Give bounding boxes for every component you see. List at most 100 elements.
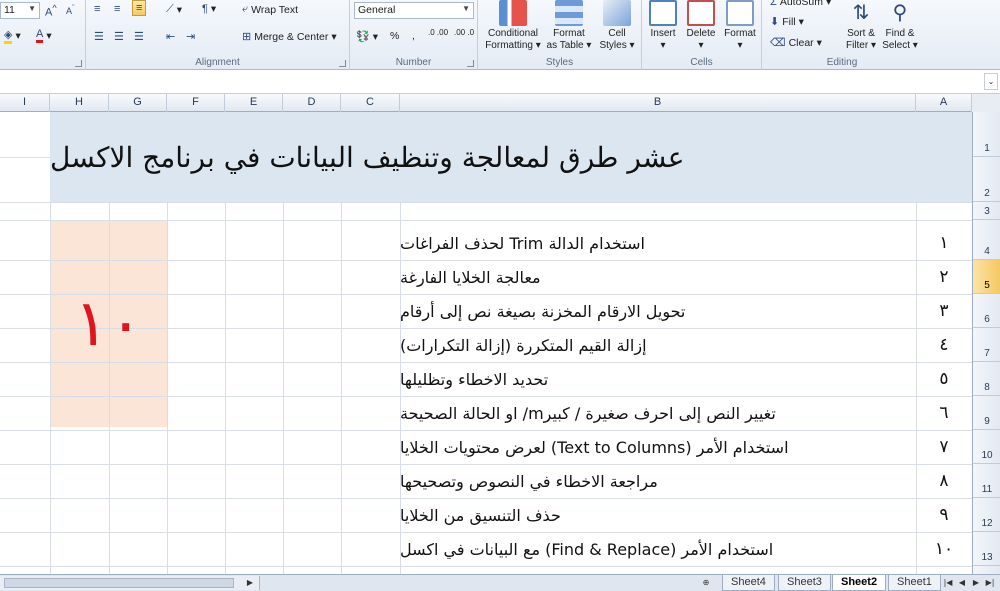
percent-button[interactable]: % (390, 30, 399, 42)
format-as-table-button[interactable]: Format as Table ▾ (544, 0, 594, 52)
list-item-text: استخدام الأمر (Text to Columns) لعرض محت… (400, 437, 789, 457)
delete-button[interactable]: Delete ▾ (682, 0, 720, 52)
insert-button[interactable]: Insert ▾ (644, 0, 682, 52)
expand-formula-bar-icon[interactable]: ⌄ (984, 73, 998, 90)
chevron-down-icon: ▼ (462, 4, 470, 13)
orientation-icon[interactable]: ⟋ ▾ (166, 3, 182, 16)
sheet-tab-sheet4[interactable]: Sheet4 (722, 575, 775, 591)
currency-icon[interactable]: 💱 ▾ (356, 30, 378, 44)
row-header[interactable]: 3 (973, 202, 1000, 220)
gridline-vertical (283, 202, 284, 574)
row-header-selected[interactable]: 5 (973, 260, 1000, 294)
font-dialog-launcher[interactable] (75, 60, 82, 67)
align-left-icon[interactable]: ☰ (94, 30, 104, 43)
gridline-vertical (167, 202, 168, 574)
format-table-icon (555, 0, 583, 26)
autosum-button[interactable]: Σ AutoSum ▾ (770, 0, 831, 8)
big-number: ١٠ (74, 286, 143, 361)
first-sheet-icon[interactable]: |◀ (942, 576, 954, 590)
horizontal-scrollbar[interactable] (0, 576, 260, 590)
scrollbar-thumb[interactable] (4, 578, 234, 588)
increase-indent-icon[interactable]: ⇥ (186, 30, 195, 43)
merge-center-button[interactable]: ⊞ Merge & Center ▾ (242, 30, 337, 44)
font-grow-icon[interactable]: A^ (45, 3, 57, 19)
row-header[interactable]: 4 (973, 220, 1000, 260)
column-header-f[interactable]: F (167, 94, 225, 112)
sheet-tab-sheet2[interactable]: Sheet2 (832, 575, 887, 591)
column-header-e[interactable]: E (225, 94, 283, 112)
increase-decimal-button[interactable]: .0 .00 (428, 28, 448, 37)
conditional-formatting-icon (499, 0, 527, 26)
number-dialog-launcher[interactable] (467, 60, 474, 67)
list-item-number: ٧ (939, 437, 949, 457)
sheet-tab-sheet3[interactable]: Sheet3 (778, 575, 831, 591)
fill-button[interactable]: ⬇ Fill ▾ (770, 15, 804, 29)
find-select-button[interactable]: ⚲ Find & Select ▾ (880, 0, 920, 52)
scroll-right-icon[interactable]: ▶ (244, 576, 256, 590)
gridline-vertical (225, 202, 226, 574)
comma-button[interactable]: , (412, 30, 415, 42)
list-item-text: إزالة القيم المتكررة (إزالة التكرارات) (400, 335, 647, 355)
decrease-indent-icon[interactable]: ⇤ (166, 30, 175, 43)
list-item-number: ٢ (939, 267, 949, 287)
align-bottom-icon[interactable]: ≡ (132, 0, 147, 16)
row-header[interactable]: 9 (973, 396, 1000, 430)
select-all-corner[interactable] (972, 94, 1000, 112)
wrap-text-button[interactable]: ⤶ Wrap Text (242, 3, 298, 16)
column-header-h[interactable]: H (50, 94, 109, 112)
gridline-vertical (341, 202, 342, 574)
insert-sheet-icon[interactable]: ⊕ (700, 576, 712, 590)
align-center-icon[interactable]: ☰ (114, 30, 124, 43)
row-header[interactable]: 11 (973, 464, 1000, 498)
font-color-icon[interactable]: A ▾ (36, 28, 52, 43)
formula-bar[interactable]: ⌄ (0, 70, 1000, 94)
number-format-combo[interactable]: General ▼ (354, 2, 474, 19)
column-header-g[interactable]: G (109, 94, 167, 112)
fill-down-icon: ⬇ (770, 16, 780, 28)
sort-filter-button[interactable]: ⇅ Sort & Filter ▾ (842, 0, 880, 52)
align-middle-icon[interactable]: ≡ (114, 3, 120, 15)
row-header[interactable]: 13 (973, 532, 1000, 566)
row-header[interactable]: 8 (973, 362, 1000, 396)
column-header-b[interactable]: B (400, 94, 916, 112)
row-header[interactable]: 12 (973, 498, 1000, 532)
gridline-horizontal (0, 157, 50, 158)
next-sheet-icon[interactable]: ▶ (970, 576, 982, 590)
column-header-i[interactable]: I (0, 94, 50, 112)
list-item-number: ٣ (939, 301, 949, 321)
row-header[interactable]: 6 (973, 294, 1000, 328)
align-top-icon[interactable]: ≡ (94, 3, 100, 15)
worksheet-grid[interactable]: عشر طرق لمعالجة وتنظيف البيانات في برنام… (0, 112, 972, 574)
column-header-c[interactable]: C (341, 94, 400, 112)
binoculars-icon: ⚲ (892, 2, 908, 24)
column-headers: I H G F E D C B A (0, 94, 1000, 112)
row-headers: 1 2 3 4 5 6 7 8 9 10 11 12 13 (972, 112, 1000, 574)
clear-button[interactable]: ⌫ Clear ▾ (770, 36, 822, 50)
cell-styles-button[interactable]: Cell Styles ▾ (596, 0, 638, 52)
font-shrink-icon[interactable]: Aˇ (66, 3, 75, 16)
prev-sheet-icon[interactable]: ◀ (956, 576, 968, 590)
decrease-decimal-button[interactable]: .00 .0 (454, 28, 474, 37)
font-size-combo[interactable]: 11 ▼ (0, 2, 40, 19)
list-item-text: تغيير النص إلى احرف صغيرة / كبيرm/ او ال… (400, 403, 776, 423)
list-item-text: استخدام الدالة Trim لحذف الفراغات (400, 233, 645, 253)
row-header[interactable]: 10 (973, 430, 1000, 464)
last-sheet-icon[interactable]: ▶| (984, 576, 996, 590)
alignment-label: Alignment (195, 57, 240, 68)
fill-color-icon[interactable]: ◈ ▾ (4, 28, 21, 44)
column-header-d[interactable]: D (283, 94, 341, 112)
list-item-number: ٤ (939, 335, 949, 355)
align-right-icon[interactable]: ☰ (134, 30, 144, 43)
list-item-number: ١ (939, 233, 949, 253)
row-header[interactable]: 1 (973, 112, 1000, 157)
format-button[interactable]: Format ▾ (720, 0, 760, 52)
alignment-dialog-launcher[interactable] (339, 60, 346, 67)
chevron-down-icon: ▼ (28, 4, 36, 13)
row-header[interactable]: 7 (973, 328, 1000, 362)
rtl-icon[interactable]: ¶ ▾ (202, 3, 216, 15)
conditional-formatting-button[interactable]: Conditional Formatting ▾ (484, 0, 542, 52)
column-header-a[interactable]: A (916, 94, 972, 112)
wrap-text-icon: ⤶ (242, 3, 249, 15)
sheet-tab-sheet1[interactable]: Sheet1 (888, 575, 941, 591)
row-header[interactable]: 2 (973, 157, 1000, 202)
